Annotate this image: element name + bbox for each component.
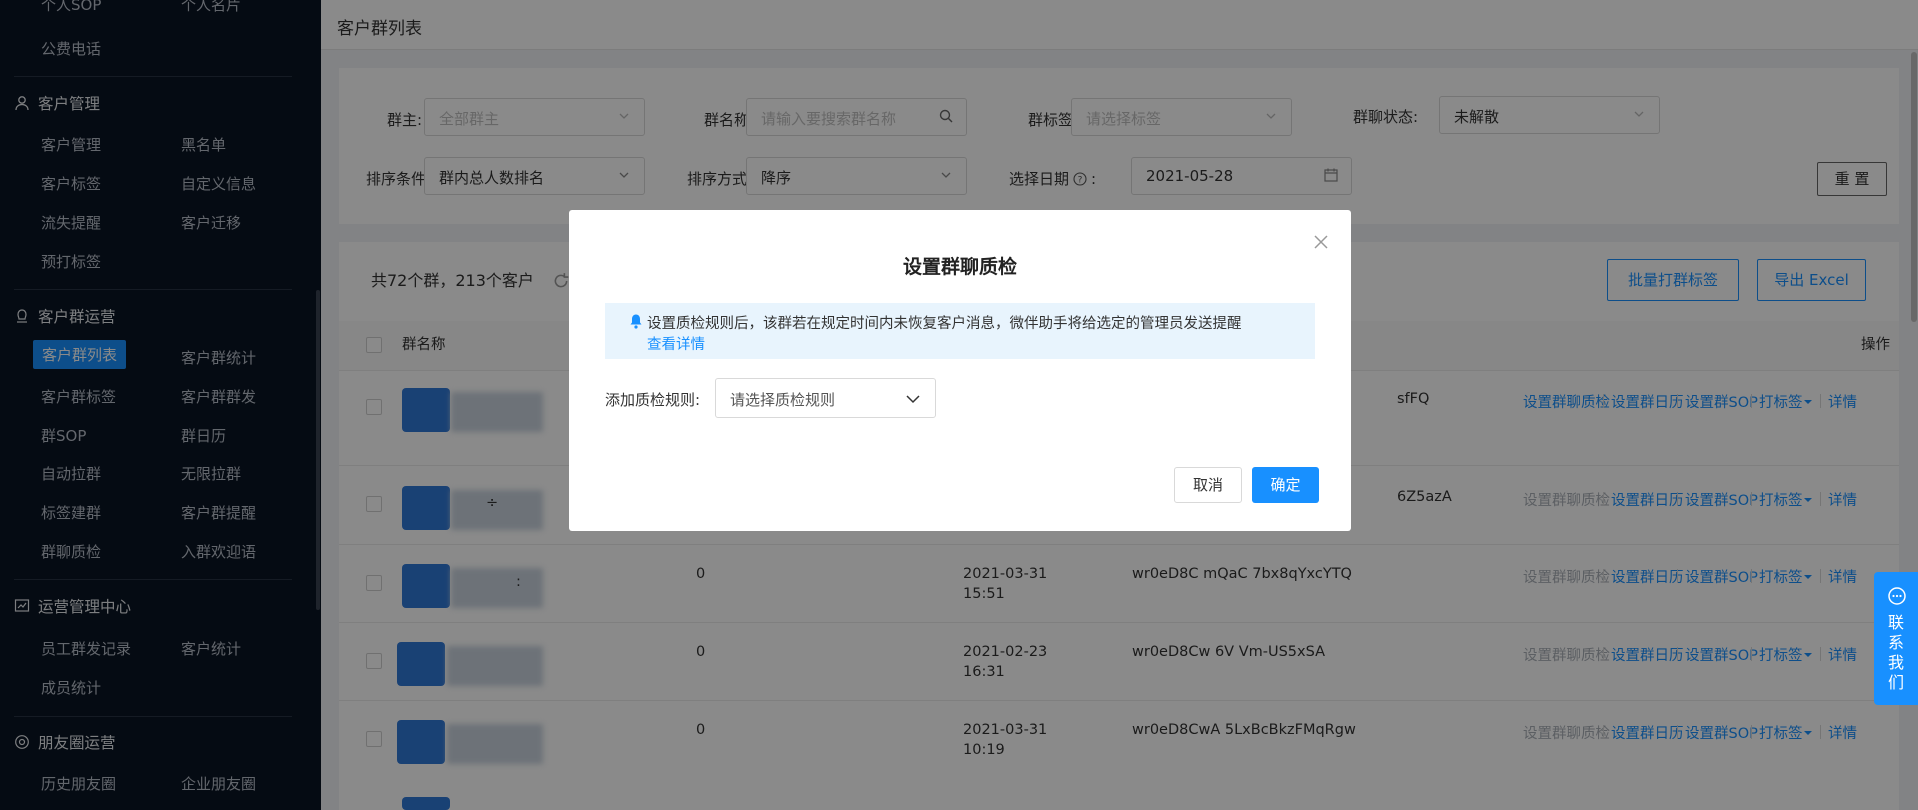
modal-title: 设置群聊质检 [902,256,1017,278]
cancel-button[interactable]: 取消 [1174,467,1242,503]
qc-rule-modal: 设置群聊质检 设置质检规则后，该群若在规定时间内未恢复客户消息，微伴助手将给选定… [569,210,1351,531]
rule-label: 添加质检规则: [605,391,701,409]
rule-placeholder: 请选择质检规则 [730,391,836,409]
close-icon[interactable] [1311,232,1331,252]
contact-us-label: 联系我们 [1887,613,1904,692]
bell-icon [630,314,642,329]
chat-icon [1888,587,1906,605]
contact-us-button[interactable]: 联系我们 [1874,572,1918,705]
confirm-button[interactable]: 确定 [1252,467,1319,503]
chevron-down-icon [906,395,920,404]
info-alert: 设置质检规则后，该群若在规定时间内未恢复客户消息，微伴助手将给选定的管理员发送提… [605,303,1315,359]
alert-text: 设置质检规则后，该群若在规定时间内未恢复客户消息，微伴助手将给选定的管理员发送提… [647,316,1242,332]
view-details-link[interactable]: 查看详情 [647,333,705,354]
rule-select[interactable]: 请选择质检规则 [715,378,936,418]
